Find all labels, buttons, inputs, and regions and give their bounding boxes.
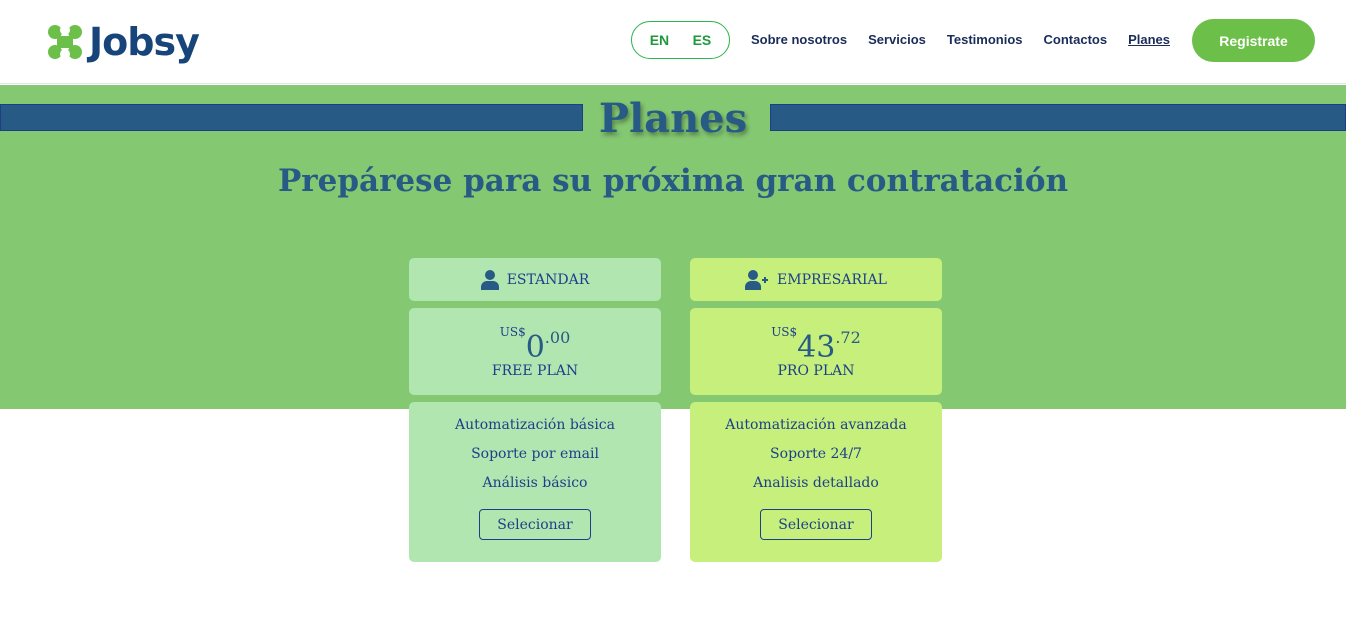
hero: Planes Prepárese para su próxima gran co… (0, 85, 1346, 409)
price-decimal: .72 (835, 328, 861, 347)
feature-item: Automatización avanzada (725, 417, 907, 433)
plan-price-standard: US$ 0.00 FREE PLAN (409, 308, 661, 395)
select-enterprise-button[interactable]: Selecionar (760, 509, 872, 540)
plan-price-enterprise: US$ 43.72 PRO PLAN (690, 308, 942, 395)
feature-item: Análisis básico (482, 475, 588, 491)
header: Jobsy EN ES Sobre nosotros Servicios Tes… (0, 0, 1346, 84)
price-decimal: .00 (544, 328, 571, 347)
main-nav: Sobre nosotros Servicios Testimonios Con… (751, 32, 1170, 47)
user-plus-icon (745, 269, 769, 290)
plan-name: EMPRESARIAL (777, 271, 887, 288)
lang-es[interactable]: ES (693, 32, 712, 48)
register-button[interactable]: Registrate (1192, 19, 1315, 62)
price-integer: 0 (525, 330, 545, 365)
plan-header-enterprise: EMPRESARIAL (690, 258, 942, 301)
logo[interactable]: Jobsy (47, 20, 200, 64)
feature-item: Automatización básica (454, 417, 615, 433)
page-title: Planes (598, 95, 748, 142)
plan-features-standard: Automatización básica Soporte por email … (409, 402, 661, 562)
plan-header-standard: ESTANDAR (409, 258, 661, 301)
price-integer: 43 (797, 330, 836, 365)
user-icon (480, 269, 499, 290)
feature-item: Soporte 24/7 (770, 446, 862, 462)
lang-en[interactable]: EN (650, 32, 669, 48)
language-switcher: EN ES (631, 21, 730, 59)
nav-plans[interactable]: Planes (1128, 32, 1170, 47)
nav-contacts[interactable]: Contactos (1044, 32, 1108, 47)
logo-text: Jobsy (89, 20, 200, 64)
plan-name: ESTANDAR (506, 271, 590, 288)
feature-item: Analisis detallado (753, 475, 879, 491)
feature-item: Soporte por email (471, 446, 599, 462)
nav-services[interactable]: Servicios (868, 32, 926, 47)
plan-features-enterprise: Automatización avanzada Soporte 24/7 Ana… (690, 402, 942, 562)
page-subtitle: Prepárese para su próxima gran contratac… (277, 163, 1069, 199)
currency: US$ (771, 325, 798, 339)
plan-label: FREE PLAN (491, 363, 579, 379)
currency: US$ (499, 325, 526, 339)
nav-about[interactable]: Sobre nosotros (751, 32, 847, 47)
logo-mark-icon (48, 25, 82, 59)
select-standard-button[interactable]: Selecionar (479, 509, 591, 540)
nav-testimonials[interactable]: Testimonios (947, 32, 1023, 47)
plan-label: PRO PLAN (777, 363, 855, 379)
